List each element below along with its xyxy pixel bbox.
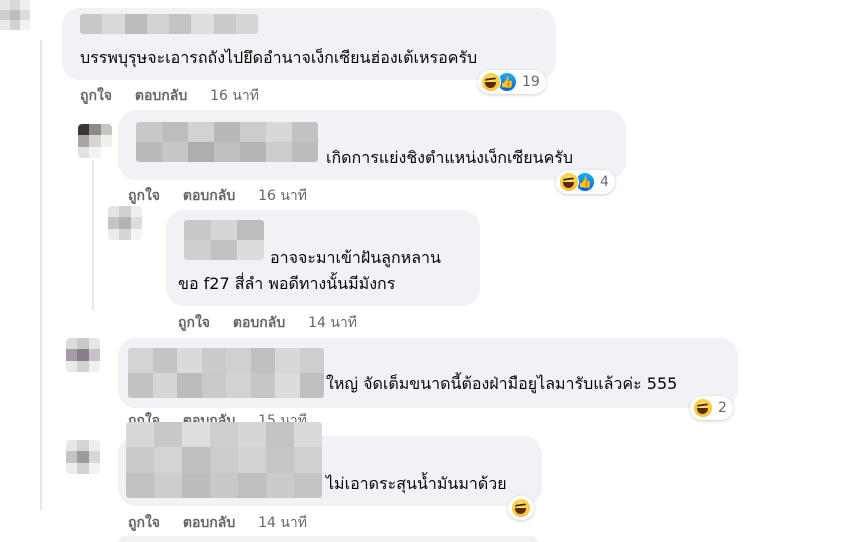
avatar[interactable] <box>66 338 100 372</box>
haha-icon <box>511 498 531 518</box>
commenter-name-blurred[interactable] <box>184 220 264 260</box>
reply-button[interactable]: ตอบกลับ <box>183 188 235 204</box>
timestamp[interactable]: 14 นาที <box>258 515 307 531</box>
comment-actions: ถูกใจ ตอบกลับ 14 นาที <box>178 312 375 334</box>
commenter-name-blurred[interactable] <box>80 14 258 34</box>
comment-bubble-partial <box>118 536 538 542</box>
comment-text: อาจจะมาเข้าฝันลูกหลาน <box>270 248 441 267</box>
avatar[interactable] <box>66 440 100 474</box>
reaction-count: 4 <box>600 174 609 190</box>
comment-text: ใหญ่ จัดเต็มขนาดนี้ต้องฝ่ามือยูไลมารับแล… <box>326 374 678 393</box>
timestamp[interactable]: 14 นาที <box>308 315 357 331</box>
reaction-count: 2 <box>718 400 727 416</box>
reaction-count: 19 <box>522 74 540 90</box>
comment-text: เกิดการแย่งชิงตำแหน่งเง็กเซียนครับ <box>326 148 574 167</box>
comment-actions: ถูกใจ ตอบกลับ 14 นาที <box>128 512 325 534</box>
thread-line <box>40 40 42 510</box>
like-button[interactable]: ถูกใจ <box>128 188 160 204</box>
timestamp[interactable]: 16 นาที <box>210 88 259 104</box>
haha-icon <box>481 72 501 92</box>
reaction-summary[interactable]: 👍 4 <box>556 170 615 194</box>
like-button[interactable]: ถูกใจ <box>80 88 112 104</box>
reply-button[interactable]: ตอบกลับ <box>183 515 235 531</box>
avatar[interactable] <box>0 0 30 30</box>
commenter-name-blurred[interactable] <box>136 122 318 162</box>
haha-icon <box>559 172 579 192</box>
avatar[interactable] <box>108 206 142 240</box>
like-button[interactable]: ถูกใจ <box>128 515 160 531</box>
like-button[interactable]: ถูกใจ <box>178 315 210 331</box>
avatar[interactable] <box>78 124 112 158</box>
thread-line <box>92 160 94 310</box>
reply-button[interactable]: ตอบกลับ <box>233 315 285 331</box>
comment-actions: ถูกใจ ตอบกลับ 16 นาที <box>128 185 325 207</box>
timestamp[interactable]: 16 นาที <box>258 188 307 204</box>
reaction-summary[interactable]: 2 <box>690 396 733 420</box>
comment-actions: ถูกใจ ตอบกลับ 16 นาที <box>80 85 277 107</box>
comment-text: บรรพบุรุษจะเอารถถังไปยึดอำนาจเง็กเซียนฮ่… <box>80 48 478 67</box>
haha-icon <box>693 398 713 418</box>
comment-text: ขอ f27 สี่ลำ พอดีทางนั้นมีมังกร <box>178 274 396 293</box>
comment-text: ไม่เอาดระสุนน้ำมันมาด้วย <box>326 474 507 493</box>
commenter-name-blurred[interactable] <box>128 348 324 398</box>
reply-button[interactable]: ตอบกลับ <box>135 88 187 104</box>
reaction-summary[interactable]: 👍 19 <box>478 70 546 94</box>
commenter-name-blurred[interactable] <box>126 422 322 498</box>
reaction-summary[interactable] <box>508 496 534 520</box>
